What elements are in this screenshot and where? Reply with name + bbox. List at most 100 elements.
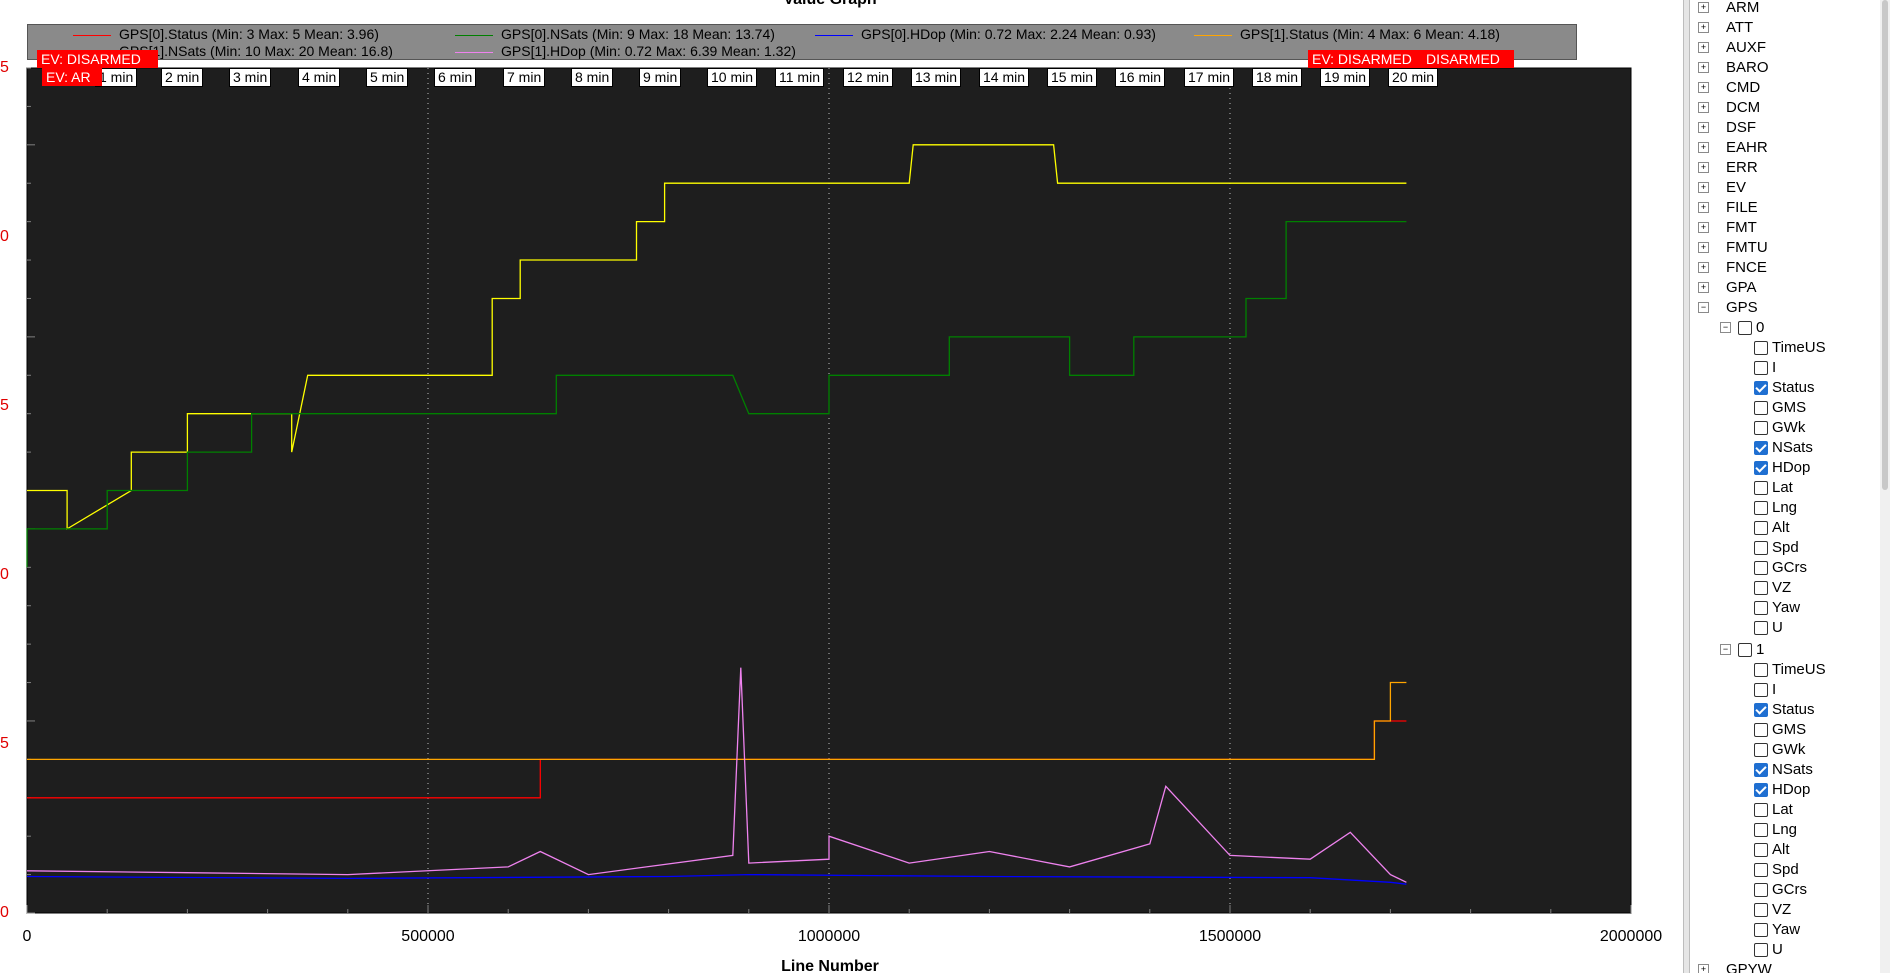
checkbox-checked[interactable] [1754,763,1768,777]
checkbox[interactable] [1738,643,1752,657]
graph-panel[interactable]: Value Graph GPS[0].Status (Min: 3 Max: 5… [0,0,1683,973]
tree-field[interactable]: U [1690,618,1875,638]
tree-field[interactable]: VZ [1690,578,1875,598]
expand-icon[interactable]: + [1698,2,1709,13]
expand-icon[interactable]: + [1698,202,1709,213]
checkbox[interactable] [1754,521,1768,535]
expand-icon[interactable]: + [1698,142,1709,153]
tree-field[interactable]: TimeUS [1690,660,1875,680]
expand-icon[interactable]: + [1698,242,1709,253]
tree-field[interactable]: GWk [1690,418,1875,438]
checkbox-checked[interactable] [1754,461,1768,475]
tree-field[interactable]: TimeUS [1690,338,1875,358]
checkbox[interactable] [1754,401,1768,415]
legend-entry[interactable]: GPS[0].NSats (Min: 9 Max: 18 Mean: 13.74… [455,26,775,43]
checkbox[interactable] [1738,321,1752,335]
legend-entry[interactable]: GPS[1].HDop (Min: 0.72 Max: 6.39 Mean: 1… [455,43,796,60]
expand-icon[interactable]: + [1698,282,1709,293]
tree-item[interactable]: + BARO [1690,58,1875,78]
checkbox[interactable] [1754,843,1768,857]
tree-scrollbar-thumb[interactable] [1882,0,1888,490]
expand-icon[interactable]: + [1698,222,1709,233]
checkbox[interactable] [1754,923,1768,937]
tree-field[interactable]: Status [1690,378,1875,398]
tree-item-instance[interactable]: −1 [1690,640,1875,660]
tree-item[interactable]: + ARM [1690,0,1875,18]
tree-item[interactable]: + AUXF [1690,38,1875,58]
checkbox[interactable] [1754,743,1768,757]
tree-field[interactable]: HDop [1690,780,1875,800]
expand-icon[interactable]: + [1698,182,1709,193]
checkbox[interactable] [1754,723,1768,737]
tree-item[interactable]: + ERR [1690,158,1875,178]
checkbox-checked[interactable] [1754,703,1768,717]
checkbox[interactable] [1754,561,1768,575]
checkbox[interactable] [1754,903,1768,917]
tree-field[interactable]: GMS [1690,720,1875,740]
tree-field[interactable]: GWk [1690,740,1875,760]
expand-icon[interactable]: + [1698,22,1709,33]
expand-icon[interactable]: + [1698,102,1709,113]
tree-item[interactable]: + FMT [1690,218,1875,238]
checkbox[interactable] [1754,361,1768,375]
collapse-icon[interactable]: − [1720,322,1731,333]
tree-field[interactable]: I [1690,358,1875,378]
tree-field[interactable]: NSats [1690,760,1875,780]
expand-icon[interactable]: + [1698,42,1709,53]
checkbox[interactable] [1754,481,1768,495]
tree-field[interactable]: Yaw [1690,920,1875,940]
expand-icon[interactable]: + [1698,82,1709,93]
tree-field[interactable]: Alt [1690,840,1875,860]
checkbox[interactable] [1754,863,1768,877]
expand-icon[interactable]: + [1698,122,1709,133]
tree-field[interactable]: HDop [1690,458,1875,478]
tree-field[interactable]: Spd [1690,538,1875,558]
checkbox-checked[interactable] [1754,441,1768,455]
tree-item[interactable]: + FMTU [1690,238,1875,258]
tree-item[interactable]: + DCM [1690,98,1875,118]
tree-item[interactable]: + GPYW [1690,960,1875,973]
tree-field[interactable]: GMS [1690,398,1875,418]
tree-item[interactable]: + EV [1690,178,1875,198]
tree-item-instance[interactable]: −0 [1690,318,1875,338]
legend-entry[interactable]: GPS[1].Status (Min: 4 Max: 6 Mean: 4.18) [1194,26,1500,43]
tree-field[interactable]: GCrs [1690,558,1875,578]
legend-entry[interactable]: GPS[0].HDop (Min: 0.72 Max: 2.24 Mean: 0… [815,26,1156,43]
tree-scrollbar[interactable] [1880,0,1890,973]
tree-item[interactable]: + FNCE [1690,258,1875,278]
tree-item[interactable]: + FILE [1690,198,1875,218]
panel-splitter[interactable] [1683,0,1690,973]
checkbox[interactable] [1754,581,1768,595]
expand-icon[interactable]: + [1698,964,1709,973]
tree-item-gps[interactable]: − GPS [1690,298,1875,318]
tree-field[interactable]: VZ [1690,900,1875,920]
collapse-icon[interactable]: − [1698,302,1709,313]
tree-field[interactable]: Status [1690,700,1875,720]
tree-item[interactable]: + CMD [1690,78,1875,98]
checkbox[interactable] [1754,943,1768,957]
expand-icon[interactable]: + [1698,162,1709,173]
checkbox[interactable] [1754,683,1768,697]
tree-field[interactable]: GCrs [1690,880,1875,900]
tree-field[interactable]: Lat [1690,478,1875,498]
tree-field[interactable]: Lng [1690,498,1875,518]
tree-field[interactable]: Lng [1690,820,1875,840]
tree-field[interactable]: Alt [1690,518,1875,538]
expand-icon[interactable]: + [1698,62,1709,73]
tree-item[interactable]: + DSF [1690,118,1875,138]
checkbox[interactable] [1754,601,1768,615]
checkbox[interactable] [1754,421,1768,435]
checkbox[interactable] [1754,803,1768,817]
collapse-icon[interactable]: − [1720,644,1731,655]
tree-field[interactable]: Spd [1690,860,1875,880]
checkbox-checked[interactable] [1754,381,1768,395]
tree-field[interactable]: Lat [1690,800,1875,820]
field-tree[interactable]: + ARM + ATT + AUXF + BARO + CMD + DCM + DSF + EAHR + ERR +… [1690,0,1890,973]
checkbox[interactable] [1754,621,1768,635]
checkbox-checked[interactable] [1754,783,1768,797]
checkbox[interactable] [1754,501,1768,515]
checkbox[interactable] [1754,663,1768,677]
tree-field[interactable]: NSats [1690,438,1875,458]
tree-field[interactable]: I [1690,680,1875,700]
checkbox[interactable] [1754,823,1768,837]
